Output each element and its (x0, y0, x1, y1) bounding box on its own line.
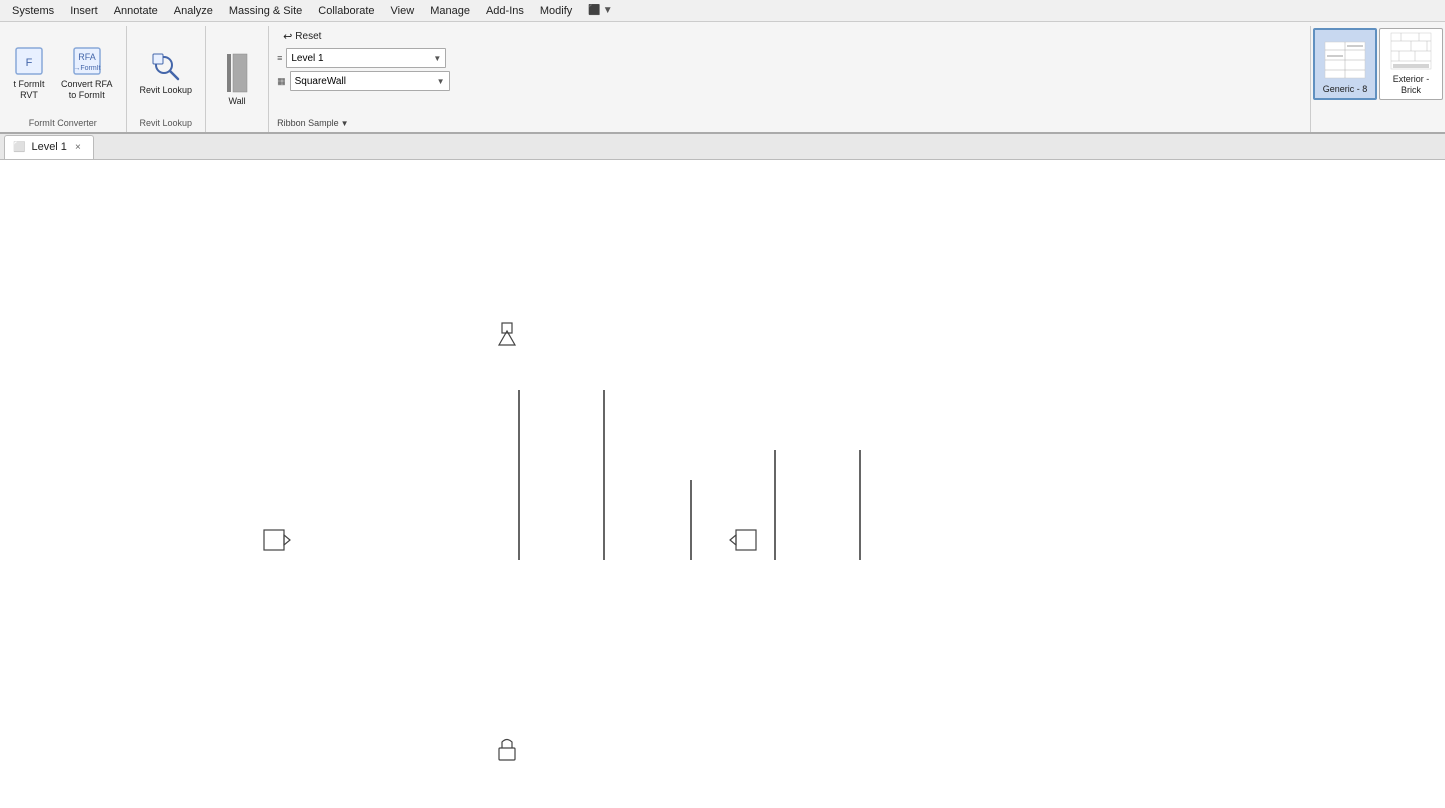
svg-text:RFA: RFA (78, 52, 96, 62)
formit-rvt-icon: F (13, 45, 45, 77)
menu-modify[interactable]: Modify (532, 3, 580, 19)
formit-rvt-label: t FormIt RVT (14, 79, 45, 101)
ribbon-sample-controls: ↩ Reset ≡ Level 1 ▼ ▦ SquareWall ▼ (277, 28, 1302, 91)
revit-lookup-group: Revit Lookup Revit Lookup (127, 26, 207, 132)
svg-text:→FormIt: →FormIt (73, 65, 100, 72)
level-dropdown-arrow: ▼ (433, 54, 441, 63)
qa-arrow: ▼ (603, 5, 613, 16)
view-plan-icon: ⬜ (13, 142, 25, 153)
tag-marker-right (730, 530, 756, 550)
wall-tiles: Generic - 8 (1311, 26, 1445, 132)
wall-tile-brick[interactable]: Exterior -Brick (1379, 28, 1443, 100)
ribbon-sample-section: ↩ Reset ≡ Level 1 ▼ ▦ SquareWall ▼ (269, 26, 1311, 132)
tab-level1[interactable]: ⬜ Level 1 × (4, 135, 94, 159)
ribbon-sample-arrow: ▼ (341, 119, 349, 128)
menu-insert[interactable]: Insert (62, 3, 106, 19)
reset-button[interactable]: ↩ Reset (277, 28, 327, 45)
tab-close-button[interactable]: × (73, 142, 83, 153)
revit-lookup-group-label: Revit Lookup (140, 118, 193, 130)
revit-lookup-buttons: Revit Lookup (133, 28, 200, 118)
tabbar: ⬜ Level 1 × (0, 134, 1445, 160)
svg-text:F: F (26, 57, 33, 69)
formit-rvt-button[interactable]: F t FormIt RVT (6, 39, 52, 107)
convert-rfa-label: Convert RFAto FormIt (61, 79, 113, 101)
menubar: Systems Insert Annotate Analyze Massing … (0, 0, 1445, 22)
squarewall-dropdown-value: SquareWall (295, 76, 346, 87)
lock-marker (499, 740, 515, 761)
revit-lookup-button[interactable]: Revit Lookup (133, 39, 200, 107)
quick-access-toolbar[interactable]: ⬛ ▼ (588, 5, 612, 16)
squarewall-dropdown-arrow: ▼ (437, 77, 445, 86)
menu-collaborate[interactable]: Collaborate (310, 3, 382, 19)
ribbon: F t FormIt RVT RFA →FormIt Convert RFAto… (0, 22, 1445, 134)
revit-lookup-label: Revit Lookup (140, 85, 193, 95)
wall-group: Wall (206, 26, 269, 132)
menu-view[interactable]: View (383, 3, 423, 19)
menu-manage[interactable]: Manage (422, 3, 478, 19)
reset-label: Reset (295, 31, 321, 42)
ribbon-sample-label-text: Ribbon Sample (277, 118, 339, 128)
convert-rfa-button[interactable]: RFA →FormIt Convert RFAto FormIt (54, 39, 120, 107)
wall-tile-brick-label: Exterior -Brick (1393, 74, 1430, 96)
wall-button[interactable]: Wall (212, 47, 262, 111)
main-content (0, 160, 1445, 808)
wall-tile-generic-label: Generic - 8 (1323, 84, 1368, 95)
menu-massing-site[interactable]: Massing & Site (221, 3, 310, 19)
qa-icon: ⬛ (588, 5, 600, 16)
level-icon: ≡ (277, 53, 282, 63)
tag-marker-left (264, 530, 290, 550)
menu-annotate[interactable]: Annotate (106, 3, 166, 19)
pin-marker (499, 323, 515, 345)
formit-converter-group: F t FormIt RVT RFA →FormIt Convert RFAto… (0, 26, 127, 132)
squarewall-row: ▦ SquareWall ▼ (277, 71, 1302, 91)
menu-analyze[interactable]: Analyze (166, 3, 221, 19)
squarewall-dropdown[interactable]: SquareWall ▼ (290, 71, 450, 91)
revit-lookup-icon (150, 51, 182, 83)
squarewall-icon: ▦ (277, 76, 286, 87)
reset-icon: ↩ (283, 30, 292, 43)
wall-label: Wall (228, 96, 245, 106)
level-row: ≡ Level 1 ▼ (277, 48, 1302, 68)
canvas-svg (0, 160, 1445, 808)
wall-tile-generic[interactable]: Generic - 8 (1313, 28, 1377, 100)
level-dropdown[interactable]: Level 1 ▼ (286, 48, 446, 68)
convert-rfa-icon: RFA →FormIt (71, 45, 103, 77)
reset-row: ↩ Reset (277, 28, 1302, 45)
wall-tile-brick-icon (1387, 29, 1435, 72)
menu-systems[interactable]: Systems (4, 3, 62, 19)
canvas-area[interactable] (0, 160, 1445, 808)
tab-level1-label: Level 1 (31, 141, 66, 153)
formit-converter-label: FormIt Converter (29, 118, 97, 130)
ribbon-sample-label: Ribbon Sample ▼ (277, 118, 1302, 130)
formit-buttons-row: F t FormIt RVT RFA →FormIt Convert RFAto… (6, 28, 120, 118)
wall-icon (221, 52, 253, 94)
menu-addins[interactable]: Add-Ins (478, 3, 532, 19)
wall-tile-generic-icon (1321, 38, 1369, 82)
level-dropdown-value: Level 1 (291, 53, 323, 64)
